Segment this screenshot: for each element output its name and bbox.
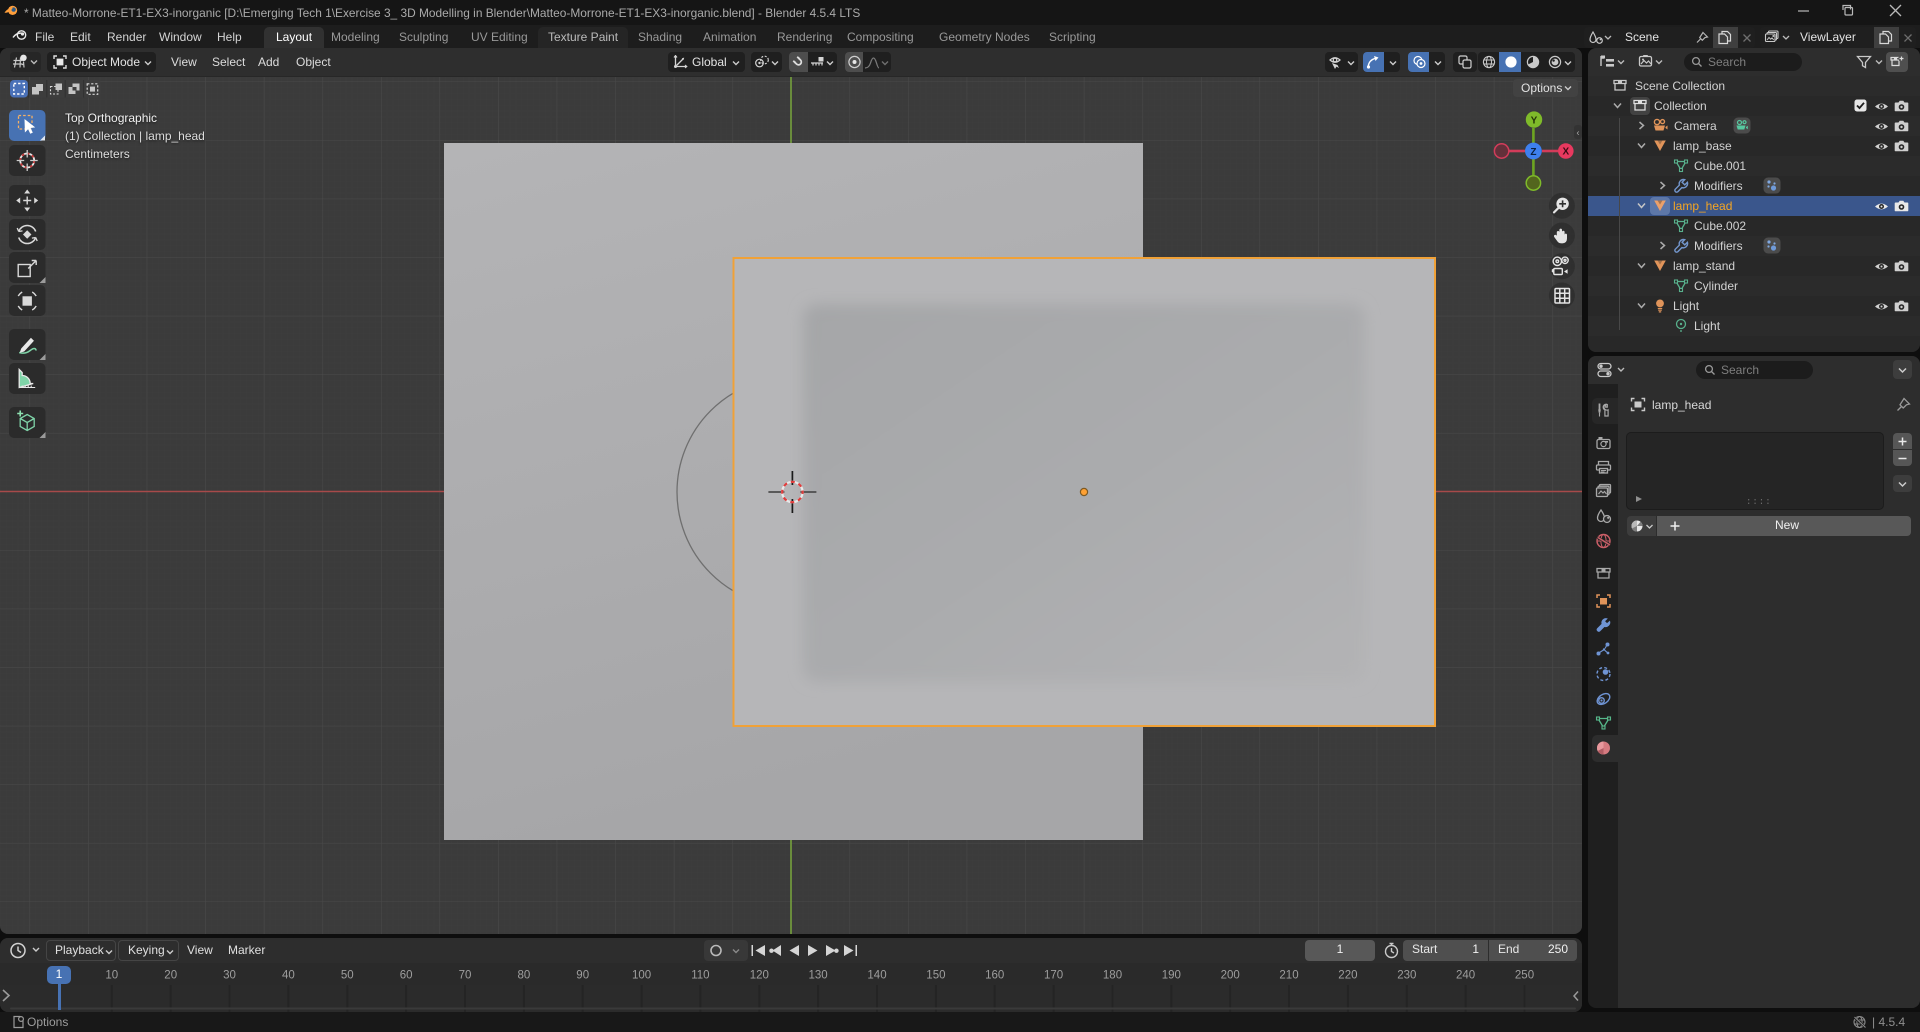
svg-text:140: 140 <box>867 970 886 982</box>
svg-text:110: 110 <box>691 970 709 982</box>
svg-text:200: 200 <box>1221 970 1240 982</box>
svg-text:100: 100 <box>632 970 651 982</box>
svg-text:150: 150 <box>926 970 945 982</box>
svg-text:240: 240 <box>1456 970 1475 982</box>
svg-text:Y: Y <box>1531 115 1538 126</box>
svg-text:210: 210 <box>1279 970 1298 982</box>
svg-text:X: X <box>1562 147 1569 158</box>
svg-text:60: 60 <box>400 970 413 982</box>
svg-text:10: 10 <box>105 970 118 982</box>
svg-text:‹: ‹ <box>1577 128 1580 138</box>
svg-text:170: 170 <box>1044 970 1063 982</box>
svg-text:160: 160 <box>985 970 1004 982</box>
svg-text:220: 220 <box>1338 970 1357 982</box>
svg-text:30: 30 <box>223 970 236 982</box>
svg-text:190: 190 <box>1162 970 1181 982</box>
svg-text:250: 250 <box>1515 970 1534 982</box>
svg-text:Z: Z <box>1530 147 1536 158</box>
svg-text:70: 70 <box>459 970 472 982</box>
svg-text:230: 230 <box>1397 970 1416 982</box>
svg-text:90: 90 <box>576 970 589 982</box>
svg-text:80: 80 <box>518 970 531 982</box>
svg-text:50: 50 <box>341 970 354 982</box>
svg-text:180: 180 <box>1103 970 1122 982</box>
svg-text:120: 120 <box>750 970 769 982</box>
svg-text:130: 130 <box>809 970 828 982</box>
svg-text:20: 20 <box>164 970 177 982</box>
svg-text:40: 40 <box>282 970 295 982</box>
